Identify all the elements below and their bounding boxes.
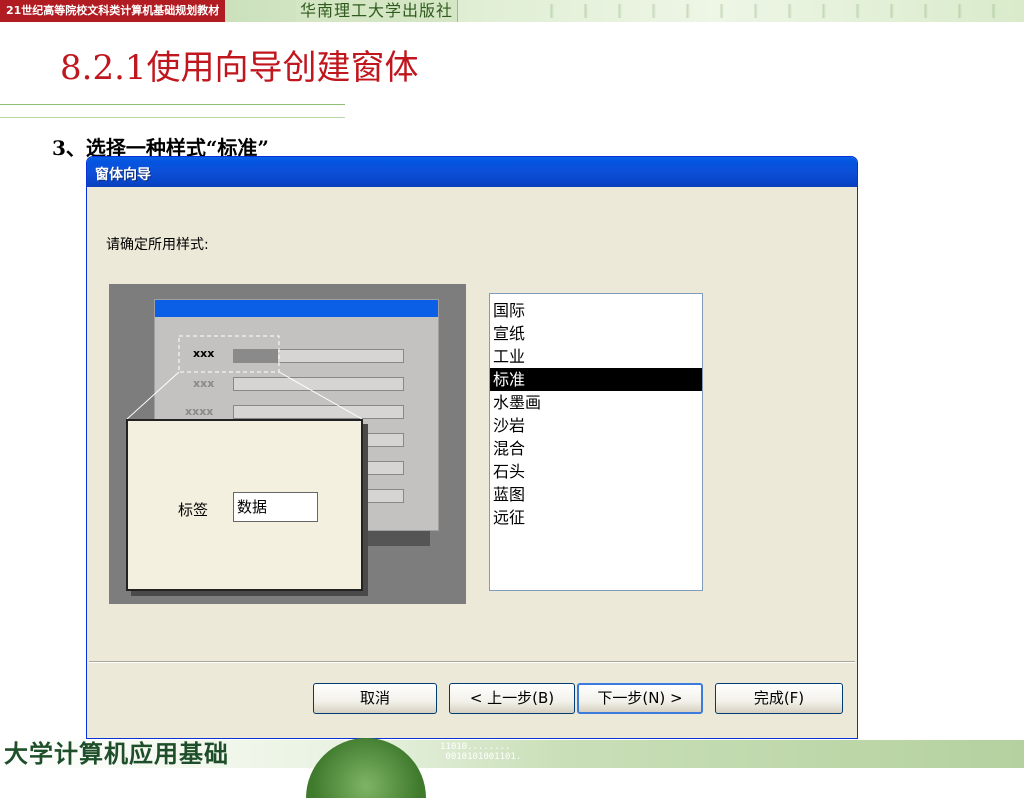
dialog-title: 窗体向导	[95, 167, 151, 183]
next-button[interactable]: 下一步(N) >	[577, 683, 703, 714]
style-option-yuanzheng[interactable]: 远征	[490, 506, 702, 529]
preview-callout: 标签 数据	[126, 419, 363, 591]
title-divider-secondary	[0, 117, 345, 118]
banner-decoration	[520, 4, 1000, 18]
style-option-lantu[interactable]: 蓝图	[490, 483, 702, 506]
publisher-label: 华南理工大学出版社	[296, 0, 459, 22]
title-divider	[0, 104, 345, 105]
dialog-titlebar[interactable]: 窗体向导	[87, 157, 857, 187]
style-option-guoji[interactable]: 国际	[490, 299, 702, 322]
footer-title: 大学计算机应用基础	[4, 739, 229, 768]
finish-button[interactable]: 完成(F)	[715, 683, 843, 714]
style-listbox[interactable]: 国际 宣纸 工业 标准 水墨画 沙岩 混合 石头 蓝图 远征	[489, 293, 703, 591]
back-button[interactable]: < 上一步(B)	[449, 683, 575, 714]
series-label: 21世纪高等院校文科类计算机基础规划教材	[0, 0, 226, 22]
style-option-shayan[interactable]: 沙岩	[490, 414, 702, 437]
style-option-xuanzhi[interactable]: 宣纸	[490, 322, 702, 345]
style-option-biaozhun[interactable]: 标准	[490, 368, 702, 391]
cancel-button[interactable]: 取消	[313, 683, 437, 714]
callout-field: 数据	[233, 492, 318, 522]
top-banner: 21世纪高等院校文科类计算机基础规划教材 华南理工大学出版社	[0, 0, 1024, 22]
slide-title: 8.2.1使用向导创建窗体	[60, 48, 419, 88]
style-option-hunhe[interactable]: 混合	[490, 437, 702, 460]
style-option-shuimohua[interactable]: 水墨画	[490, 391, 702, 414]
form-wizard-dialog: 窗体向导 请确定所用样式: xxx xxx xxxx 标签 数据 国际 宣纸 工…	[86, 156, 858, 739]
footer-binary-text: 11010........ 0010101001101.	[440, 742, 522, 762]
button-separator	[89, 661, 855, 663]
callout-label: 标签	[178, 501, 209, 519]
style-option-shitou[interactable]: 石头	[490, 460, 702, 483]
style-prompt: 请确定所用样式:	[106, 237, 209, 253]
style-preview: xxx xxx xxxx 标签 数据	[109, 284, 466, 604]
style-option-gongye[interactable]: 工业	[490, 345, 702, 368]
